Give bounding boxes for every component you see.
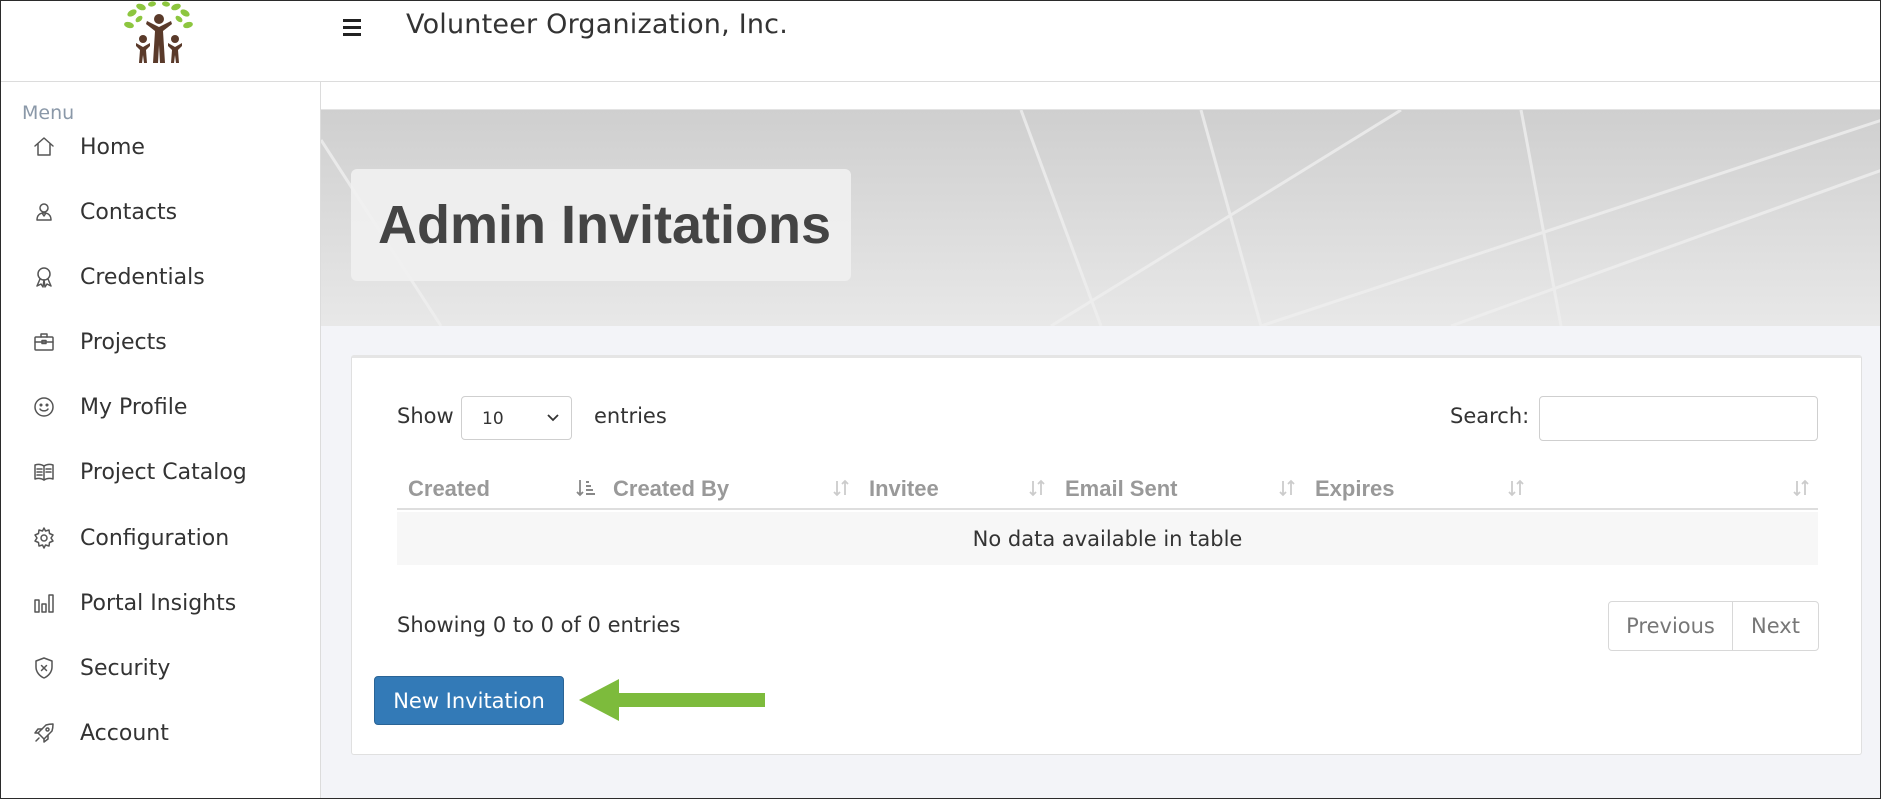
sort-ascending-icon	[574, 477, 596, 499]
search-label: Search:	[1450, 404, 1530, 428]
sidebar-item-label: Security	[80, 655, 171, 681]
table-header: Created Created By Invitee Email Sent Ex…	[397, 466, 1818, 510]
sidebar-item-projects[interactable]: Projects	[1, 317, 320, 367]
table-empty-row: No data available in table	[397, 512, 1818, 565]
sidebar-item-account[interactable]: Account	[1, 708, 320, 758]
top-bar: Volunteer Organization, Inc.	[1, 1, 1880, 82]
bar-chart-icon	[32, 591, 56, 615]
sort-icon	[1026, 477, 1048, 499]
column-header-created-by[interactable]: Created By	[602, 466, 858, 510]
empty-message: No data available in table	[972, 526, 1243, 551]
new-invitation-button[interactable]: New Invitation	[374, 676, 564, 725]
sidebar-item-label: Projects	[80, 329, 167, 355]
smiley-icon	[32, 395, 56, 419]
search-input[interactable]	[1539, 396, 1818, 441]
page-banner: Admin Invitations	[321, 110, 1880, 326]
sort-icon	[1505, 477, 1527, 499]
column-header-label: Created By	[613, 476, 730, 501]
award-icon	[32, 265, 56, 289]
show-label: Show	[397, 404, 454, 428]
next-button[interactable]: Next	[1733, 602, 1818, 650]
sidebar-item-label: Account	[80, 720, 169, 746]
briefcase-icon	[32, 330, 56, 354]
people-tree-logo-icon[interactable]	[119, 1, 199, 67]
app-window: Volunteer Organization, Inc. Menu Home C…	[0, 0, 1881, 799]
sidebar-item-project-catalog[interactable]: Project Catalog	[1, 447, 320, 497]
sidebar-item-label: Home	[80, 134, 145, 160]
sort-icon	[1276, 477, 1298, 499]
sidebar-item-configuration[interactable]: Configuration	[1, 513, 320, 563]
hamburger-icon[interactable]	[341, 13, 369, 41]
organization-title: Volunteer Organization, Inc.	[406, 9, 788, 40]
previous-button[interactable]: Previous	[1609, 602, 1733, 650]
menu-label: Menu	[22, 102, 75, 124]
sidebar: Menu Home Contacts Credentials Projects	[1, 82, 321, 798]
page-title: Admin Invitations	[378, 195, 832, 255]
column-header-label: Email Sent	[1065, 476, 1178, 501]
sidebar-item-home[interactable]: Home	[1, 122, 320, 172]
sidebar-item-portal-insights[interactable]: Portal Insights	[1, 578, 320, 628]
gear-icon	[32, 526, 56, 550]
invitations-card: Show 10 entries Search: Created Created	[351, 355, 1862, 755]
column-header-invitee[interactable]: Invitee	[858, 466, 1054, 510]
page-title-card: Admin Invitations	[351, 169, 851, 281]
sidebar-item-my-profile[interactable]: My Profile	[1, 382, 320, 432]
entries-label: entries	[594, 404, 667, 428]
arrow-left-icon	[577, 677, 767, 723]
sidebar-item-label: My Profile	[80, 394, 188, 420]
sub-header-bar	[321, 82, 1880, 110]
sidebar-item-label: Configuration	[80, 525, 230, 551]
column-header-email-sent[interactable]: Email Sent	[1054, 466, 1304, 510]
sidebar-item-security[interactable]: Security	[1, 643, 320, 693]
rocket-icon	[32, 721, 56, 745]
column-header-label: Expires	[1315, 476, 1395, 501]
shield-icon	[32, 656, 56, 680]
sidebar-item-label: Portal Insights	[80, 590, 237, 616]
column-header-expires[interactable]: Expires	[1304, 466, 1543, 510]
table-info: Showing 0 to 0 of 0 entries	[397, 613, 681, 637]
column-header-label: Invitee	[869, 476, 939, 501]
page-length-select[interactable]: 10	[461, 396, 572, 440]
sort-icon	[1790, 477, 1812, 499]
sidebar-item-label: Contacts	[80, 199, 178, 225]
contacts-icon	[32, 200, 56, 224]
column-header-label: Created	[408, 476, 490, 501]
main-content: Admin Invitations Show 10 entries Search…	[321, 82, 1880, 798]
sort-icon	[830, 477, 852, 499]
pagination: Previous Next	[1608, 601, 1819, 651]
sidebar-item-label: Credentials	[80, 264, 205, 290]
column-header-actions[interactable]	[1543, 466, 1818, 510]
book-icon	[32, 460, 56, 484]
sidebar-item-label: Project Catalog	[80, 459, 247, 485]
chevron-down-icon	[545, 409, 561, 425]
page-length-value: 10	[482, 409, 504, 429]
sidebar-item-contacts[interactable]: Contacts	[1, 187, 320, 237]
home-icon	[32, 135, 56, 159]
sidebar-item-credentials[interactable]: Credentials	[1, 252, 320, 302]
column-header-created[interactable]: Created	[397, 466, 602, 510]
